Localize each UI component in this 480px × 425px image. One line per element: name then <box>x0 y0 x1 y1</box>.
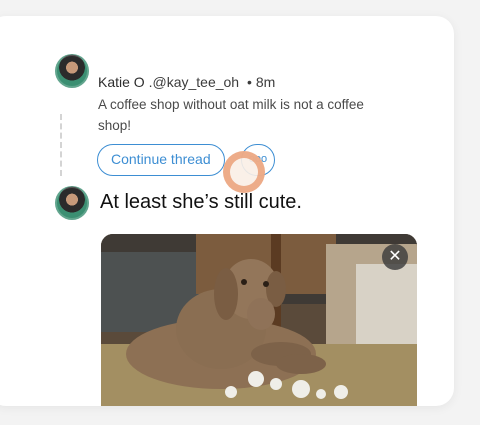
parent-tweet-meta: Katie O .@kay_tee_oh • 8m <box>98 74 275 90</box>
reply-tweet-text: At least she’s still cute. <box>100 191 302 213</box>
parent-author-name[interactable]: Katie O <box>98 74 145 90</box>
parent-timestamp[interactable]: 8m <box>256 74 275 90</box>
tweet-card: Katie O .@kay_tee_oh • 8m A coffee shop w… <box>0 16 454 406</box>
touch-indicator <box>223 151 265 193</box>
thread-connector <box>60 114 62 176</box>
tweet-media[interactable] <box>101 234 417 406</box>
close-media-button[interactable]: ✕ <box>382 244 408 270</box>
parent-author-handle[interactable]: .@kay_tee_oh <box>149 74 240 90</box>
reply-author-avatar[interactable] <box>55 186 89 220</box>
parent-tweet-text: A coffee shop without oat milk is not a … <box>98 97 364 133</box>
close-icon: ✕ <box>388 248 402 265</box>
dog-photo <box>101 234 417 406</box>
parent-author-avatar[interactable] <box>55 54 89 88</box>
continue-thread-button[interactable]: Continue thread <box>97 144 225 176</box>
meta-separator: • <box>246 74 252 90</box>
